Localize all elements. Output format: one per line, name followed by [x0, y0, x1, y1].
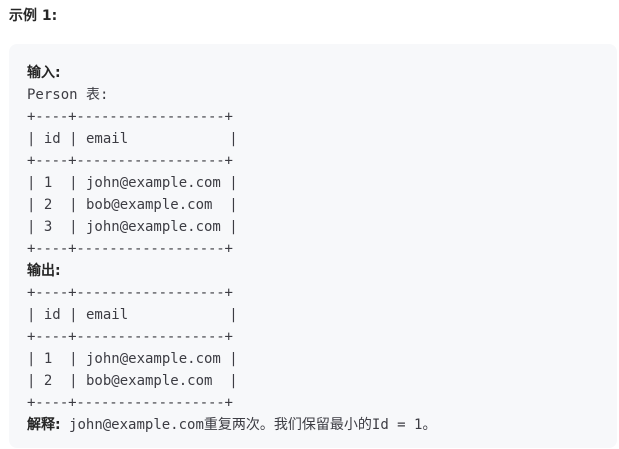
explanation-row: 解释: john@example.com重复两次。我们保留最小的Id = 1。 [27, 414, 617, 436]
table-border-bottom: +----+------------------+ [27, 395, 233, 411]
output-table: +----+------------------+ | id | email |… [27, 282, 617, 414]
table-border-top: +----+------------------+ [27, 285, 233, 301]
table-row: | 1 | john@example.com | [27, 351, 238, 367]
table-row: | 2 | bob@example.com | [27, 373, 238, 389]
example-title: 示例 1: [9, 8, 58, 24]
input-table: +----+------------------+ | id | email |… [27, 106, 617, 260]
table-header-row: | id | email | [27, 307, 238, 323]
example-card: 输入: Person 表: +----+------------------+ … [9, 44, 617, 448]
output-label: 输出: [27, 263, 61, 279]
explanation-text: john@example.com重复两次。我们保留最小的Id = 1。 [60, 417, 437, 433]
table-border-middle: +----+------------------+ [27, 153, 233, 169]
input-label: 输入: [27, 65, 61, 81]
table-border-top: +----+------------------+ [27, 109, 233, 125]
table-border-bottom: +----+------------------+ [27, 241, 233, 257]
table-name-line: Person 表: [27, 87, 109, 103]
table-header-row: | id | email | [27, 131, 238, 147]
table-row: | 3 | john@example.com | [27, 219, 238, 235]
table-row: | 2 | bob@example.com | [27, 197, 238, 213]
table-row: | 1 | john@example.com | [27, 175, 238, 191]
explanation-label: 解释: [27, 417, 61, 433]
table-border-middle: +----+------------------+ [27, 329, 233, 345]
